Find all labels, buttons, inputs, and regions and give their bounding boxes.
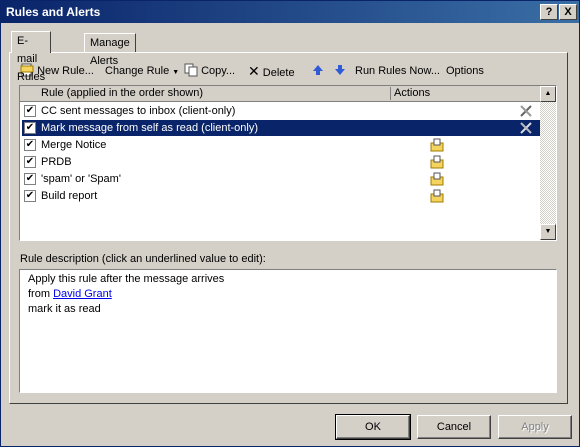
description-prefix: from <box>28 288 54 300</box>
copy-icon <box>184 63 198 77</box>
apply-button[interactable]: Apply <box>498 415 572 439</box>
arrow-down-icon <box>335 65 345 75</box>
move-to-folder-icon <box>430 189 444 203</box>
window-title: Rules and Alerts <box>6 5 101 19</box>
copy-label: Copy... <box>201 65 236 77</box>
move-down-button[interactable] <box>334 61 346 81</box>
sender-link[interactable]: David Grant <box>53 288 112 300</box>
rule-row[interactable]: ✔ PRDB <box>22 154 542 170</box>
rule-description-box: Apply this rule after the message arrive… <box>19 269 557 393</box>
rule-checkbox[interactable]: ✔ <box>24 105 36 117</box>
move-to-folder-icon <box>430 138 444 152</box>
tab-email-rules[interactable]: E-mail Rules <box>11 31 52 83</box>
dropdown-arrow-icon: ▼ <box>172 69 180 76</box>
delete-button[interactable]: ✕ Delete <box>248 61 295 81</box>
column-header-rule[interactable]: Rule (applied in the order shown) <box>41 86 203 101</box>
delete-icon: ✕ <box>248 63 260 79</box>
column-header-actions[interactable]: Actions <box>394 86 430 101</box>
description-line: mark it as read <box>28 303 101 315</box>
rule-label: Mark message from self as read (client-o… <box>41 122 259 134</box>
close-button[interactable]: X <box>559 4 577 20</box>
rules-list-scrollbar[interactable]: ▲ ▼ <box>540 86 556 240</box>
change-rule-label: Change Rule <box>105 65 170 77</box>
rules-list[interactable]: Rule (applied in the order shown) Action… <box>19 85 557 241</box>
column-divider <box>390 87 391 100</box>
run-rules-now-button[interactable]: Run Rules Now... <box>355 61 440 81</box>
change-rule-button[interactable]: Change Rule ▼ <box>105 61 179 81</box>
rule-label: PRDB <box>41 156 72 168</box>
client-only-icon <box>520 122 532 134</box>
client-only-icon <box>520 105 532 117</box>
rule-checkbox[interactable]: ✔ <box>24 122 36 134</box>
new-rule-label: New Rule... <box>37 65 94 77</box>
rules-toolbar: New Rule... Change Rule ▼ Copy... ✕ Dele… <box>13 61 553 81</box>
description-line: Apply this rule after the message arrive… <box>28 273 225 285</box>
delete-label: Delete <box>262 67 295 79</box>
rule-row[interactable]: ✔ Merge Notice <box>22 137 542 153</box>
rule-checkbox[interactable]: ✔ <box>24 139 36 151</box>
tab-manage-alerts[interactable]: Manage Alerts <box>84 33 136 67</box>
rule-checkbox[interactable]: ✔ <box>24 156 36 168</box>
title-bar[interactable]: Rules and Alerts ? X <box>1 1 579 23</box>
rule-row[interactable]: ✔ Mark message from self as read (client… <box>21 119 543 137</box>
move-to-folder-icon <box>430 155 444 169</box>
help-button[interactable]: ? <box>540 4 558 20</box>
arrow-up-icon <box>313 65 323 75</box>
rule-row[interactable]: ✔ Build report <box>22 188 542 204</box>
description-line: from David Grant <box>28 288 112 300</box>
rules-list-header: Rule (applied in the order shown) Action… <box>20 86 540 102</box>
rules-and-alerts-window: Rules and Alerts ? X E-mail Rules Manage… <box>0 0 580 447</box>
rule-row[interactable]: ✔ CC sent messages to inbox (client-only… <box>22 103 542 119</box>
options-button[interactable]: Options <box>446 61 484 81</box>
rule-label: CC sent messages to inbox (client-only) <box>41 105 236 117</box>
cancel-button[interactable]: Cancel <box>417 415 491 439</box>
rule-description-label: Rule description (click an underlined va… <box>20 253 266 265</box>
rule-checkbox[interactable]: ✔ <box>24 173 36 185</box>
scroll-down-icon[interactable]: ▼ <box>540 224 556 240</box>
copy-button[interactable]: Copy... <box>184 61 235 81</box>
rule-label: Merge Notice <box>41 139 107 151</box>
scroll-up-icon[interactable]: ▲ <box>540 86 556 102</box>
rule-row[interactable]: ✔ 'spam' or 'Spam' <box>22 171 542 187</box>
rule-checkbox[interactable]: ✔ <box>24 190 36 202</box>
rule-label: Build report <box>41 190 98 202</box>
move-up-button[interactable] <box>312 61 324 81</box>
move-to-folder-icon <box>430 172 444 186</box>
rule-label: 'spam' or 'Spam' <box>41 173 121 185</box>
ok-button[interactable]: OK <box>335 414 411 440</box>
